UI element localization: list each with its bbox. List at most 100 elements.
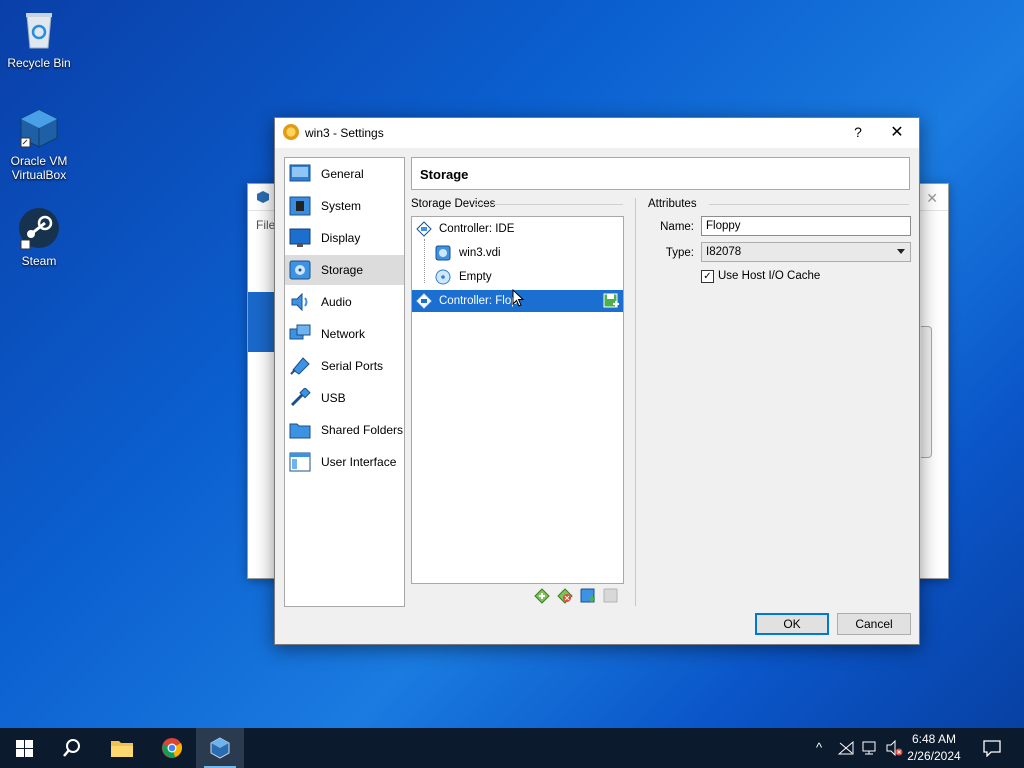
type-select[interactable]: I82078 [701, 242, 911, 262]
nav-item-serial-ports[interactable]: Serial Ports [285, 351, 404, 381]
section-title: Storage [420, 167, 469, 182]
chrome-button[interactable] [148, 728, 196, 768]
network-status-icon[interactable] [838, 741, 854, 755]
divider [709, 204, 909, 205]
nav-label: USB [321, 391, 346, 405]
divider [635, 198, 636, 606]
start-button[interactable] [0, 728, 48, 768]
search-icon [63, 739, 80, 757]
audio-icon [289, 292, 311, 312]
tree-item-empty-optical[interactable]: Empty [412, 266, 623, 288]
nav-label: User Interface [321, 455, 397, 469]
clock-time: 6:48 AM [911, 732, 957, 746]
network-icon [289, 324, 311, 344]
add-floppy-drive-icon[interactable] [603, 293, 619, 309]
use-host-io-cache-checkbox[interactable]: ✓ [701, 270, 714, 283]
file-explorer-button[interactable] [98, 728, 146, 768]
storage-tree[interactable]: Controller: IDE win3.vdi Empty Controlle… [411, 216, 624, 584]
storage-icon [289, 260, 311, 280]
nav-label: Network [321, 327, 366, 341]
tree-item-label: Empty [459, 271, 492, 283]
general-icon [289, 164, 311, 184]
nav-label: System [321, 199, 362, 213]
chevron-down-icon [897, 249, 905, 254]
type-value: I82078 [706, 246, 742, 258]
dialog-titlebar: win3 - Settings ? ✕ [275, 118, 919, 148]
desktop-icon-label: Recycle Bin [7, 56, 71, 70]
virtualbox-icon [257, 191, 269, 203]
name-label: Name: [660, 221, 694, 233]
user-interface-icon [289, 452, 311, 472]
optical-disc-icon [435, 269, 451, 285]
hard-disk-icon [435, 245, 451, 261]
clock[interactable]: 6:48 AM 2/26/2024 [904, 731, 964, 765]
desktop-icon-recycle-bin[interactable]: Recycle Bin [3, 8, 75, 70]
virtualbox-icon [210, 737, 230, 759]
shared-folders-icon [289, 420, 311, 440]
search-button[interactable] [48, 728, 96, 768]
tree-item-controller-ide[interactable]: Controller: IDE [412, 218, 623, 240]
add-attachment-icon[interactable] [580, 588, 596, 604]
folder-icon [111, 741, 133, 757]
nav-item-audio[interactable]: Audio [285, 287, 404, 317]
floppy-controller-icon [416, 293, 432, 309]
taskbar: ^ 6:48 AM 2/26/2024 [0, 728, 1024, 768]
nav-item-storage[interactable]: Storage [285, 255, 404, 285]
tree-item-label: win3.vdi [459, 247, 501, 259]
cancel-button[interactable]: Cancel [837, 613, 911, 635]
nav-label: Shared Folders [321, 423, 404, 437]
nav-item-system[interactable]: System [285, 191, 404, 221]
steam-icon [17, 206, 61, 250]
help-button[interactable]: ? [848, 124, 868, 140]
add-controller-icon[interactable] [534, 588, 550, 604]
nav-item-user-interface[interactable]: User Interface [285, 447, 404, 477]
name-field[interactable]: Floppy [701, 216, 911, 236]
system-icon [289, 196, 311, 216]
tree-item-label: Controller: Flop [439, 295, 518, 307]
recycle-bin-icon [17, 8, 61, 52]
section-header: Storage [411, 157, 910, 190]
remove-attachment-icon [603, 588, 618, 603]
close-icon[interactable]: ✕ [926, 190, 938, 207]
desktop-icon-virtualbox[interactable]: Oracle VM VirtualBox [3, 106, 75, 182]
volume-muted-icon[interactable] [886, 740, 904, 756]
remove-controller-icon[interactable] [557, 588, 573, 604]
virtualbox-icon [17, 106, 61, 150]
ok-button[interactable]: OK [755, 613, 829, 635]
preview-panel [921, 326, 932, 458]
type-label: Type: [665, 247, 694, 259]
tree-item-win3-vdi[interactable]: win3.vdi [412, 242, 623, 264]
nav-label: Storage [321, 263, 364, 277]
nav-item-shared-folders[interactable]: Shared Folders [285, 415, 404, 445]
display-icon [289, 228, 311, 248]
usb-icon [289, 387, 311, 408]
display-network-icon[interactable] [862, 741, 880, 755]
nav-label: Serial Ports [321, 359, 384, 373]
nav-item-general[interactable]: General [285, 159, 404, 189]
nav-item-usb[interactable]: USB [285, 383, 404, 413]
nav-label: General [321, 167, 364, 181]
nav-item-display[interactable]: Display [285, 223, 404, 253]
notifications-icon[interactable] [983, 739, 1001, 757]
use-host-io-cache-label[interactable]: Use Host I/O Cache [718, 270, 820, 282]
virtualbox-taskbar-button[interactable] [196, 728, 244, 768]
name-value: Floppy [706, 220, 741, 232]
menu-file[interactable]: File [256, 218, 275, 232]
divider [473, 204, 623, 205]
attributes-label: Attributes [648, 198, 697, 210]
desktop-icon-label: Steam [21, 254, 57, 268]
ide-controller-icon [416, 221, 432, 237]
tree-item-label: Controller: IDE [439, 223, 515, 235]
mouse-cursor-icon [512, 289, 524, 307]
dialog-title: win3 - Settings [305, 126, 384, 140]
close-button[interactable]: ✕ [883, 122, 911, 142]
clock-date: 2/26/2024 [907, 749, 961, 763]
settings-dialog: win3 - Settings ? ✕ General System Displ… [274, 117, 920, 645]
windows-logo-icon [16, 740, 33, 757]
serial-ports-icon [289, 356, 311, 376]
nav-label: Display [321, 231, 361, 245]
nav-item-network[interactable]: Network [285, 319, 404, 349]
desktop-icon-label: Oracle VM VirtualBox [10, 154, 68, 182]
desktop-icon-steam[interactable]: Steam [3, 206, 75, 268]
show-hidden-icons-chevron-icon[interactable]: ^ [816, 740, 822, 755]
